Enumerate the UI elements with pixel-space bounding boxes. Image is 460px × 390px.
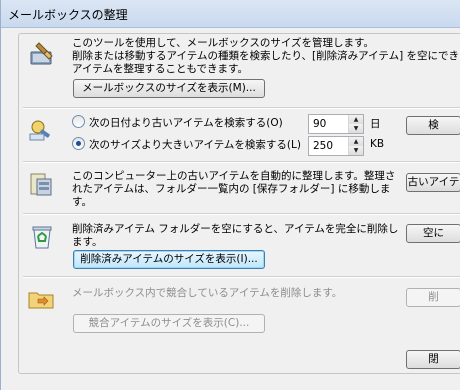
- larger-than-radio-button[interactable]: [72, 137, 85, 150]
- autoarchive-button[interactable]: 古いアイテ: [406, 173, 460, 192]
- larger-than-size-stepper[interactable]: 250 ▲ ▼: [308, 136, 364, 156]
- separator: [23, 161, 460, 163]
- kb-unit-label: KB: [370, 138, 385, 150]
- older-than-radio[interactable]: 次の日付より古いアイテムを検索する(O): [72, 115, 283, 131]
- spin-arrows: ▲ ▼: [348, 115, 363, 133]
- find-button[interactable]: 検: [406, 116, 460, 135]
- larger-than-radio-label: 次のサイズより大きいアイテムを検索する(L): [89, 139, 301, 151]
- view-mailbox-size-button[interactable]: メールボックスのサイズを表示(M)...: [73, 79, 265, 98]
- close-button[interactable]: 閉: [406, 350, 460, 369]
- mailbox-size-description-1: このツールを使用して、メールボックスのサイズを管理します。: [72, 37, 374, 49]
- older-than-days-stepper[interactable]: 90 ▲ ▼: [308, 114, 364, 134]
- recycle-bin-icon: [30, 224, 58, 252]
- older-than-radio-label: 次の日付より古いアイテムを検索する(O): [89, 117, 283, 129]
- older-than-days-value[interactable]: 90: [313, 118, 326, 130]
- mailbox-size-description-3: アイテムを整理することもできます。: [72, 63, 248, 75]
- spin-down-icon[interactable]: ▼: [349, 124, 363, 133]
- mailbox-size-description-2: 削除または移動するアイテムの種類を検索したり、[削除済みアイテム] を空にできま: [72, 50, 460, 62]
- archive-icon: [27, 170, 55, 198]
- mailbox-cleanup-icon: [27, 40, 55, 68]
- window-title: メールボックスの整理: [8, 8, 128, 22]
- older-than-radio-button[interactable]: [72, 115, 85, 128]
- empty-deleted-items-button[interactable]: 空に: [406, 224, 460, 243]
- view-conflicts-size-button[interactable]: 競合アイテムのサイズを表示(C)...: [73, 314, 265, 333]
- larger-than-size-value[interactable]: 250: [313, 140, 333, 152]
- separator: [23, 276, 460, 278]
- find-items-icon: [27, 115, 55, 143]
- conflicts-description: メールボックス内で競合しているアイテムを削除します。: [72, 287, 343, 299]
- deleted-items-description-1: 削除済みアイテム フォルダーを空にすると、アイテムを完全に削除し: [72, 223, 399, 235]
- deleted-items-description-2: ます。: [72, 236, 103, 248]
- spin-down-icon[interactable]: ▼: [349, 146, 363, 155]
- larger-than-radio[interactable]: 次のサイズより大きいアイテムを検索する(L): [72, 137, 301, 153]
- delete-conflicts-button[interactable]: 削: [406, 288, 460, 307]
- conflicts-folder-icon: [27, 287, 55, 315]
- separator: [23, 107, 460, 109]
- title-bar: メールボックスの整理: [1, 0, 460, 28]
- days-unit-label: 日: [370, 118, 381, 130]
- spin-arrows: ▲ ▼: [348, 137, 363, 155]
- mailbox-cleanup-dialog: メールボックスの整理 このツールを使用して、メールボックスのサイズを管理します。…: [0, 0, 460, 390]
- archive-description-1: このコンピューター上の古いアイテムを自動的に整理します。整理さ: [72, 170, 396, 182]
- view-deleted-items-size-button[interactable]: 削除済みアイテムのサイズを表示(I)...: [73, 250, 265, 269]
- archive-description-2: れたアイテムは、フォルダー一覧内の [保存フォルダー] に移動しま: [72, 183, 391, 195]
- archive-description-3: す。: [72, 196, 92, 208]
- separator: [23, 213, 460, 215]
